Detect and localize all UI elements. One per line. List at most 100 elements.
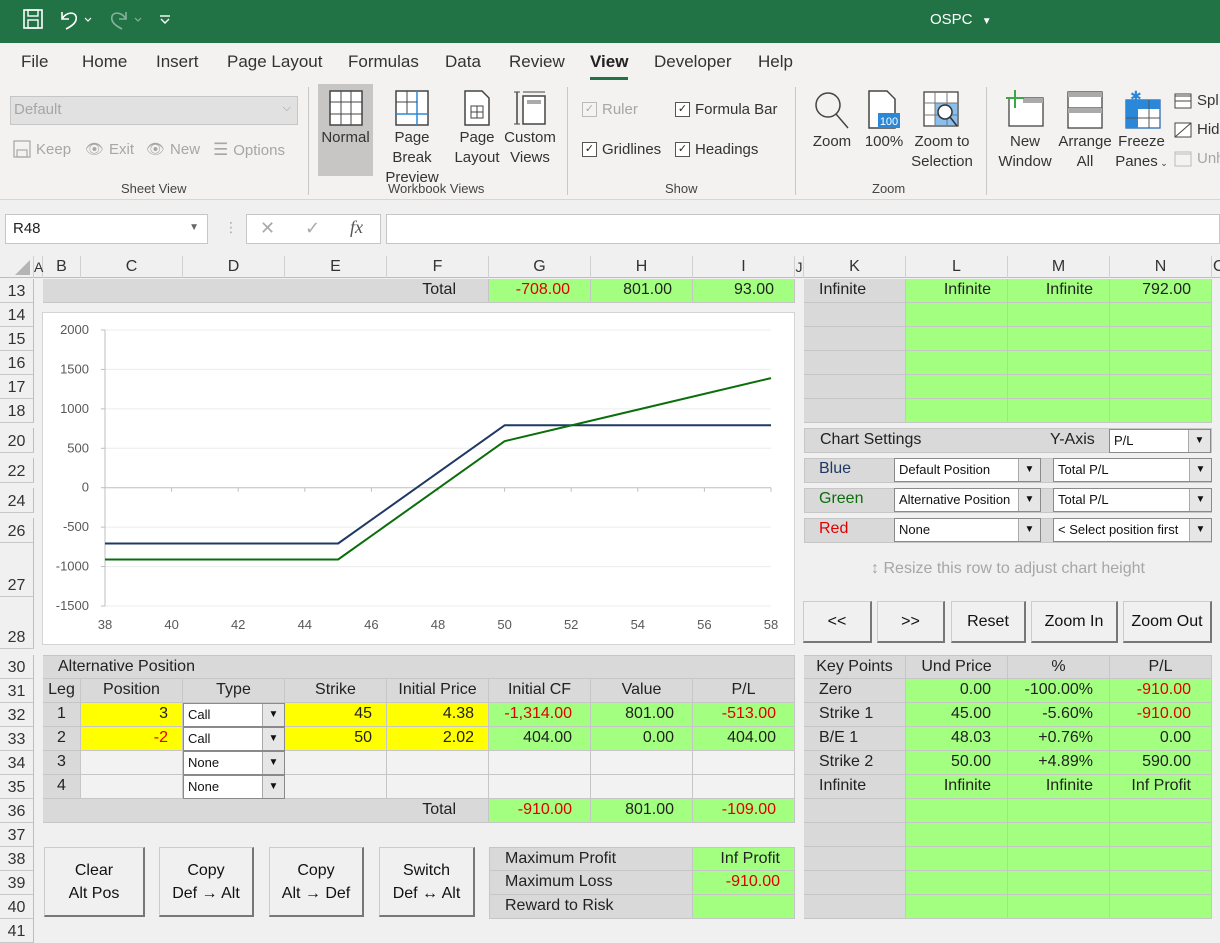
exit-button[interactable]: 👁 Exit <box>85 140 134 159</box>
alt-leg-strike[interactable] <box>285 775 387 799</box>
payoff-chart[interactable]: -1500 -1000 -500 0 500 1000 1500 2000 38 40 42 44 46… <box>42 312 795 645</box>
empty-cell[interactable] <box>906 351 1008 375</box>
key-point-und-price[interactable] <box>906 847 1008 871</box>
row-header[interactable]: 31 <box>0 679 34 703</box>
series-metric-select[interactable]: < Select position first ▼ <box>1053 518 1212 542</box>
ruler-checkbox[interactable]: ✓ Ruler <box>582 101 638 118</box>
tab-developer[interactable]: Developer <box>654 52 732 72</box>
column-header-h[interactable]: H <box>591 256 693 278</box>
column-header-l[interactable]: L <box>906 256 1008 278</box>
key-point-pct[interactable] <box>1008 847 1110 871</box>
zoom-to-selection-button[interactable]: Zoom to Selection <box>908 90 976 172</box>
row-header[interactable]: 17 <box>0 375 34 399</box>
page-layout-view-button[interactable]: Page Layout <box>453 90 501 168</box>
leg-type-select[interactable]: None ▼ <box>183 751 285 775</box>
row-header[interactable]: 32 <box>0 703 34 727</box>
row-header[interactable]: 14 <box>0 303 34 327</box>
tab-file[interactable]: File <box>21 52 48 72</box>
key-point-pct[interactable]: +4.89% <box>1008 751 1110 775</box>
empty-cell[interactable] <box>1008 303 1110 327</box>
alt-leg-value[interactable]: 0.00 <box>591 727 693 751</box>
default-keypoint-pct[interactable]: Infinite <box>1008 279 1110 303</box>
row-header[interactable]: 20 <box>0 428 34 453</box>
key-point-pl[interactable] <box>1110 895 1212 919</box>
tab-data[interactable]: Data <box>445 52 481 72</box>
empty-cell[interactable] <box>906 327 1008 351</box>
tab-home[interactable]: Home <box>82 52 127 72</box>
tab-view[interactable]: View <box>590 52 629 80</box>
empty-cell[interactable] <box>1110 399 1212 423</box>
freeze-panes-button[interactable]: ✱ Freeze Panes ⌄ <box>1114 90 1169 173</box>
select-all-corner[interactable] <box>0 256 34 278</box>
default-keypoint-pl[interactable]: 792.00 <box>1110 279 1212 303</box>
copy-alt-to-def-button[interactable]: Copy Alt → Def <box>269 847 364 917</box>
key-point-und-price[interactable]: 0.00 <box>906 679 1008 703</box>
cancel-icon[interactable]: ✕ <box>260 218 275 239</box>
row-header[interactable]: 27 <box>0 543 34 597</box>
key-point-und-price[interactable]: 48.03 <box>906 727 1008 751</box>
series-position-select[interactable]: None ▼ <box>894 518 1041 542</box>
alt-leg-initial-cf[interactable]: -1,314.00 <box>489 703 591 727</box>
empty-cell[interactable] <box>1110 327 1212 351</box>
key-point-pl[interactable]: Inf Profit <box>1110 775 1212 799</box>
options-button[interactable]: ☰ Options <box>213 140 285 160</box>
column-header-i[interactable]: I <box>693 256 795 278</box>
key-point-pct[interactable] <box>1008 871 1110 895</box>
series-position-select[interactable]: Default Position ▼ <box>894 458 1041 482</box>
workbook-title[interactable]: OSPC ▼ <box>930 11 992 28</box>
alt-total-initial-cf[interactable]: -910.00 <box>489 799 591 823</box>
empty-cell[interactable] <box>1008 351 1110 375</box>
insert-function-icon[interactable]: fx <box>350 217 363 238</box>
sheet-view-select[interactable]: Default ⌵ <box>10 96 298 125</box>
row-header[interactable]: 41 <box>0 919 34 943</box>
alt-leg-value[interactable] <box>591 751 693 775</box>
row-header[interactable]: 24 <box>0 488 34 513</box>
key-point-pct[interactable] <box>1008 799 1110 823</box>
alt-leg-position[interactable]: -2 <box>81 727 183 751</box>
key-point-pl[interactable]: 590.00 <box>1110 751 1212 775</box>
save-icon[interactable] <box>22 8 44 36</box>
leg-type-select[interactable]: Call ▼ <box>183 727 285 751</box>
key-point-pct[interactable] <box>1008 895 1110 919</box>
empty-cell[interactable] <box>804 327 906 351</box>
copy-def-to-alt-button[interactable]: Copy Def → Alt <box>159 847 254 917</box>
empty-cell[interactable] <box>1008 375 1110 399</box>
empty-cell[interactable] <box>804 399 906 423</box>
zoom-in-button[interactable]: Zoom In <box>1031 601 1118 643</box>
row-header[interactable]: 22 <box>0 458 34 483</box>
key-point-und-price[interactable]: 45.00 <box>906 703 1008 727</box>
page-break-preview-button[interactable]: Page Break Preview <box>374 90 450 188</box>
key-point-pl[interactable] <box>1110 823 1212 847</box>
reward-risk-value[interactable] <box>693 895 795 919</box>
row-header[interactable]: 26 <box>0 518 34 543</box>
undo-icon[interactable] <box>58 8 92 36</box>
alt-leg-initial-price[interactable] <box>387 775 489 799</box>
empty-cell[interactable] <box>1110 375 1212 399</box>
column-header-c[interactable]: C <box>81 256 183 278</box>
row-header[interactable]: 38 <box>0 847 34 871</box>
new-window-button[interactable]: New Window <box>995 90 1055 172</box>
max-loss-value[interactable]: -910.00 <box>693 871 795 895</box>
key-point-und-price[interactable] <box>906 895 1008 919</box>
split-button[interactable]: Spl <box>1174 92 1219 109</box>
column-header-a[interactable]: A <box>34 256 43 278</box>
headings-checkbox[interactable]: ✓ Headings <box>675 141 758 158</box>
alt-leg-initial-cf[interactable] <box>489 751 591 775</box>
alt-leg-pl[interactable] <box>693 751 795 775</box>
alt-leg-position[interactable]: 3 <box>81 703 183 727</box>
column-header-e[interactable]: E <box>285 256 387 278</box>
default-total-pl[interactable]: 93.00 <box>693 279 795 303</box>
row-header[interactable]: 34 <box>0 751 34 775</box>
row-header[interactable]: 36 <box>0 799 34 823</box>
key-point-pct[interactable]: -100.00% <box>1008 679 1110 703</box>
column-header-o[interactable]: O <box>1212 256 1220 278</box>
name-box[interactable]: R48 ▼ <box>5 214 208 244</box>
alt-leg-pl[interactable]: -513.00 <box>693 703 795 727</box>
column-header-b[interactable]: B <box>43 256 81 278</box>
alt-total-value[interactable]: 801.00 <box>591 799 693 823</box>
redo-icon[interactable] <box>108 8 142 36</box>
column-header-d[interactable]: D <box>183 256 285 278</box>
row-header[interactable]: 39 <box>0 871 34 895</box>
column-header-f[interactable]: F <box>387 256 489 278</box>
tab-review[interactable]: Review <box>509 52 565 72</box>
